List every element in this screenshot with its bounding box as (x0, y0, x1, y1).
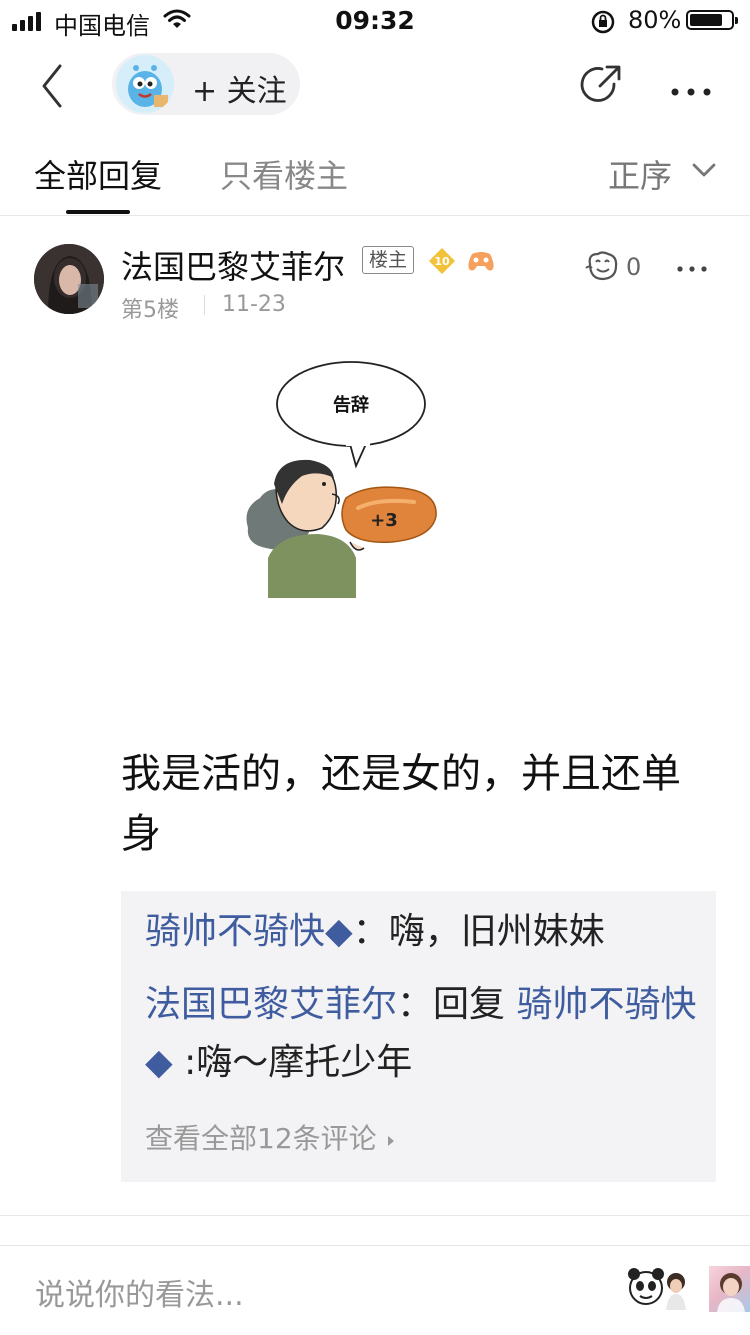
thumbs-up-face-icon (585, 251, 618, 281)
post-content: 我是活的，还是女的，并且还单身 (121, 751, 681, 857)
reply-separator: ： (397, 984, 434, 1025)
more-icon (671, 88, 711, 96)
sticker-photo-icon[interactable] (709, 1266, 750, 1312)
see-all-label: 查看全部12条评论 (145, 1122, 377, 1155)
sticker-panda-icon[interactable] (628, 1266, 692, 1310)
like-button[interactable] (584, 250, 620, 282)
like-count: 0 (626, 253, 642, 281)
level-number: 10 (434, 255, 450, 268)
see-all-comments-link[interactable]: 查看全部12条评论 (145, 1117, 396, 1157)
post-divider (0, 1215, 750, 1216)
gamepad-icon (466, 248, 496, 274)
post-more-button[interactable] (676, 251, 708, 279)
active-tab-indicator (66, 210, 130, 214)
reply-item[interactable]: 法国巴黎艾菲尔：回复 骑帅不骑快◆ :嗨～摩托少年 (145, 976, 705, 1092)
meme-bubble-text: 告辞 (333, 394, 369, 416)
level-badge-icon: 10 (428, 247, 456, 275)
chevron-down-icon[interactable] (690, 160, 718, 180)
comment-input[interactable]: 说说你的看法... (35, 1270, 244, 1314)
sort-order-label[interactable]: 正序 (608, 151, 672, 197)
battery-percent: 80% (628, 6, 682, 34)
reply-prefix: 回复 (433, 984, 517, 1025)
user-avatar[interactable] (34, 244, 104, 314)
orientation-lock-icon (590, 9, 616, 41)
reply-text: :嗨～摩托少年 (172, 1042, 413, 1083)
username[interactable]: 法国巴黎艾菲尔 (121, 242, 345, 288)
share-icon (580, 65, 621, 102)
meta-separator (204, 295, 205, 315)
reply-separator: ： (352, 911, 389, 952)
post-date: 11-23 (222, 292, 286, 317)
status-bar: 中国电信 09:32 80% (0, 0, 750, 40)
floor-number: 第5楼 (121, 298, 179, 323)
more-button[interactable] (670, 70, 712, 105)
reply-author[interactable]: 法国巴黎艾菲尔 (145, 984, 397, 1025)
meme-badge-text: +3 (370, 510, 398, 531)
battery-icon (686, 10, 738, 30)
tabs-divider (0, 215, 750, 216)
tab-only-op[interactable]: 只看楼主 (220, 151, 348, 197)
replies-box: 骑帅不骑快◆：嗨，旧州妹妹 法国巴黎艾菲尔：回复 骑帅不骑快◆ :嗨～摩托少年 … (121, 891, 716, 1182)
back-icon (42, 64, 62, 108)
more-icon (677, 266, 707, 272)
meme-image[interactable]: 告辞 +3 (238, 358, 442, 598)
tab-all-replies[interactable]: 全部回复 (34, 151, 162, 197)
caret-right-icon (387, 1136, 394, 1146)
back-button[interactable] (36, 62, 76, 110)
share-button[interactable] (578, 62, 624, 108)
forum-avatar[interactable] (116, 55, 174, 113)
reply-author[interactable]: 骑帅不骑快◆ (145, 911, 353, 952)
op-badge: 楼主 (362, 246, 415, 274)
follow-label: + 关注 (192, 74, 287, 109)
reply-item[interactable]: 骑帅不骑快◆：嗨，旧州妹妹 (145, 903, 705, 961)
reply-text: 嗨，旧州妹妹 (388, 911, 605, 952)
